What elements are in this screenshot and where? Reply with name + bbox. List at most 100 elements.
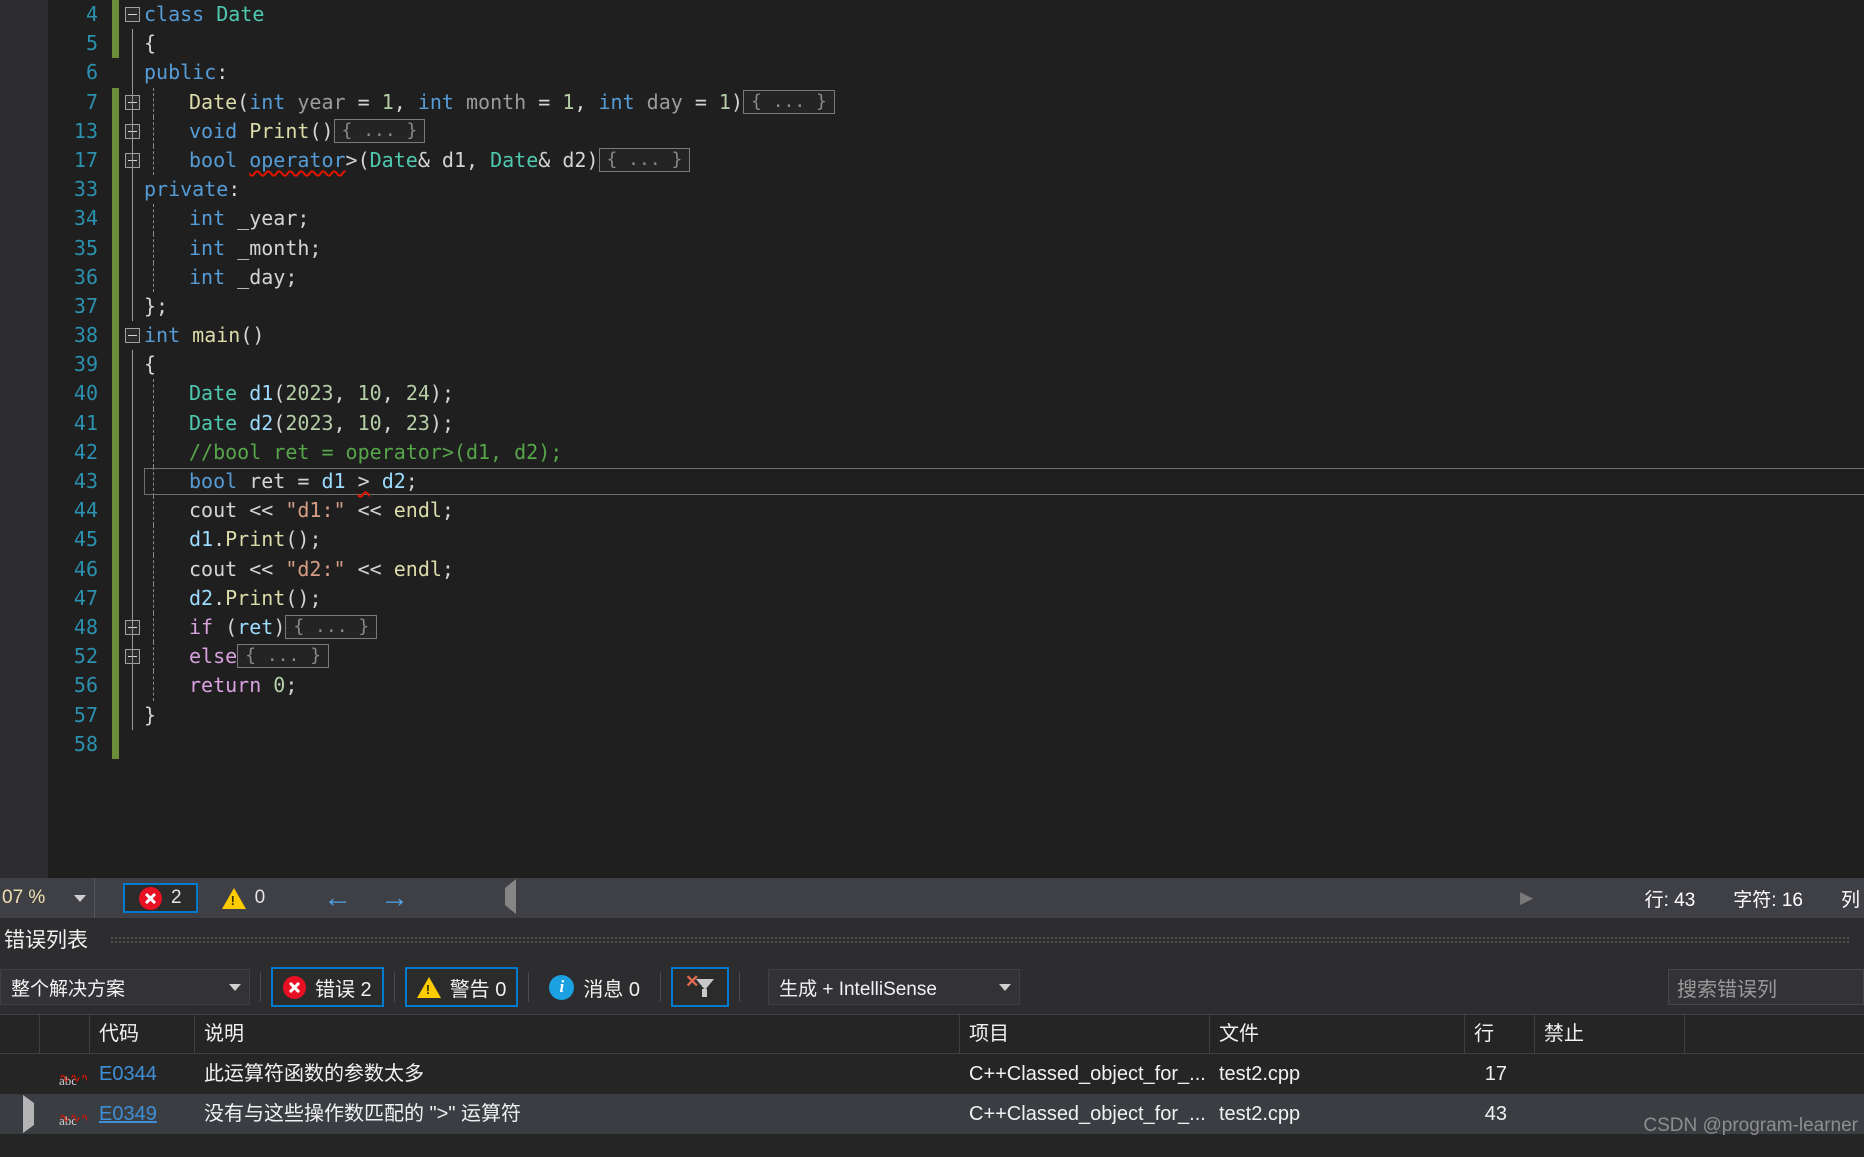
code-line[interactable]: 40 Date d1(2023, 10, 24); [48, 379, 1864, 409]
row-expander-cell[interactable] [0, 1094, 40, 1134]
code-line[interactable]: 44 cout << "d1:" << endl; [48, 496, 1864, 526]
indent-guide [132, 379, 133, 409]
code-line[interactable]: 58 [48, 729, 1864, 759]
toggle-errors-button[interactable]: 错误 2 [271, 967, 384, 1007]
table-row[interactable]: abc∿∿∿E0349 没有与这些操作数匹配的 ">" 运算符 C++Classed… [0, 1094, 1864, 1134]
column-header-suppression[interactable]: 禁止 [1535, 1014, 1685, 1054]
clear-filter-button[interactable]: ✕ [671, 967, 730, 1007]
tab-error-list[interactable]: 错误列表 [0, 924, 88, 954]
cell-error-code[interactable]: E0349 [90, 1094, 195, 1134]
status-warning-count-button[interactable]: 0 [212, 883, 276, 913]
code-text: return 0; [144, 671, 297, 700]
horizontal-scroll-left-arrow-icon[interactable] [505, 879, 527, 914]
code-token: >( [345, 147, 370, 172]
code-text: int _month; [144, 234, 321, 263]
collapsed-block-placeholder[interactable]: { ... } [598, 147, 691, 172]
code-line[interactable]: 37}; [48, 291, 1864, 322]
code-line[interactable]: 52 else{ ... } [48, 642, 1864, 672]
collapsed-block-placeholder[interactable]: { ... } [237, 644, 330, 669]
code-token: Date [369, 147, 418, 172]
collapsed-block-placeholder[interactable]: { ... } [333, 118, 426, 143]
column-header-line[interactable]: 行 [1465, 1014, 1535, 1054]
indent-guide [132, 87, 133, 117]
code-token: ; [405, 469, 418, 493]
code-token: ( [237, 89, 250, 114]
messages-toggle-label: 消息 0 [583, 978, 641, 1001]
toggle-warnings-button[interactable]: 警告 0 [404, 967, 519, 1007]
code-editor[interactable]: 4 class Date 5{6 public: 7 Date(int year = 1,… [0, 0, 1864, 878]
code-line[interactable]: 5{ [48, 29, 1864, 59]
build-filter-dropdown[interactable]: 生成 + IntelliSense [768, 969, 1021, 1005]
code-token: (); [285, 527, 322, 552]
code-line[interactable]: 33 private: [48, 175, 1864, 205]
scope-filter-dropdown[interactable]: 整个解决方案 [0, 969, 250, 1005]
column-header-icon[interactable] [40, 1014, 90, 1054]
code-line[interactable]: 7 Date(int year = 1, int month = 1, int d… [48, 87, 1864, 117]
line-number: 17 [73, 147, 98, 172]
row-expander-cell[interactable] [0, 1054, 40, 1094]
column-header-file[interactable]: 文件 [1210, 1014, 1465, 1054]
collapse-region-icon[interactable] [125, 7, 140, 22]
collapsed-block-placeholder[interactable]: { ... } [285, 614, 378, 639]
error-icon [139, 886, 162, 910]
code-line[interactable]: 4 class Date [48, 0, 1864, 30]
search-error-list-input[interactable]: 搜索错误列 [1668, 969, 1864, 1005]
cell-error-code[interactable]: E0344 [90, 1054, 195, 1094]
status-char-number: 字符: 16 [1733, 889, 1803, 911]
code-line[interactable]: 56 return 0; [48, 671, 1864, 701]
search-placeholder-text: 搜索错误列 [1677, 978, 1777, 1001]
chevron-down-icon [999, 983, 1012, 991]
error-list-rows[interactable]: abc∿∿∿E0344此运算符函数的参数太多C++Classed_object_… [0, 1054, 1864, 1134]
code-token: 10 [357, 381, 382, 406]
code-line[interactable]: 57} [48, 700, 1864, 730]
code-token: Date [189, 410, 238, 435]
collapsed-block-placeholder[interactable]: { ... } [743, 89, 835, 114]
code-text: } [144, 701, 156, 730]
editor-status-bar: 07 % 2 0 ← → ▶ 行: 43 字符: 16 列 [0, 878, 1864, 918]
code-token: _year; [225, 206, 310, 231]
code-text: class Date [144, 0, 264, 29]
code-line[interactable]: 41 Date d2(2023, 10, 23); [48, 408, 1864, 438]
code-line[interactable]: 35 int _month; [48, 233, 1864, 263]
change-indicator-bar [112, 671, 119, 701]
panel-drag-grip[interactable] [110, 936, 1850, 943]
column-header-description[interactable]: 说明 [195, 1014, 960, 1054]
code-line[interactable]: 13 void Print(){ ... } [48, 116, 1864, 146]
code-token: day [634, 89, 695, 114]
toggle-messages-button[interactable]: i 消息 0 [539, 967, 650, 1007]
code-line[interactable]: 36 int _day; [48, 262, 1864, 292]
column-header-project[interactable]: 项目 [960, 1014, 1210, 1054]
code-text: { [144, 29, 156, 58]
chevron-right-icon[interactable] [23, 1095, 34, 1133]
code-token: "d2:" [285, 556, 346, 581]
code-line[interactable]: 48 if (ret){ ... } [48, 612, 1864, 643]
code-line[interactable]: 46 cout << "d2:" << endl; [48, 554, 1864, 584]
cell-project: C++Classed_object_for_... [969, 1063, 1206, 1085]
change-indicator-bar [112, 175, 119, 205]
code-text: private: [144, 175, 240, 204]
code-line[interactable]: 6 public: [48, 58, 1864, 88]
change-indicator-bar [112, 642, 119, 672]
status-error-count-button[interactable]: 2 [123, 883, 198, 913]
collapse-region-icon[interactable] [125, 328, 140, 344]
previous-error-arrow-icon[interactable]: ← [323, 883, 352, 913]
code-line[interactable]: 45 d1.Print(); [48, 525, 1864, 555]
code-line[interactable]: 17 bool operator>(Date& d1, Date& d2){ ..… [48, 145, 1864, 176]
code-line[interactable]: 47 d2.Print(); [48, 583, 1864, 613]
code-line[interactable]: 43 bool ret = d1 > d2; [48, 467, 1864, 497]
status-column-label: 列 [1840, 889, 1860, 911]
zoom-level-combo[interactable]: 07 % [0, 878, 95, 918]
code-line[interactable]: 39 { [48, 350, 1864, 380]
table-row[interactable]: abc∿∿∿E0344 此运算符函数的参数太多 C++Classed_object_… [0, 1054, 1864, 1094]
code-line[interactable]: 34 int _year; [48, 204, 1864, 234]
playback-triangle-icon[interactable]: ▶ [1520, 888, 1533, 908]
code-line[interactable]: 42 //bool ret = operator>(d1, d2); [48, 437, 1864, 467]
next-error-arrow-icon[interactable]: → [380, 883, 409, 913]
code-token: > [357, 469, 370, 493]
code-line[interactable]: 38 int main() [48, 321, 1864, 351]
column-header-code[interactable]: 代码 [90, 1014, 195, 1054]
code-lines-container[interactable]: 4 class Date 5{6 public: 7 Date(int year = 1,… [48, 0, 1864, 878]
change-indicator-bar [112, 379, 119, 409]
code-text: if (ret){ ... } [144, 613, 378, 642]
